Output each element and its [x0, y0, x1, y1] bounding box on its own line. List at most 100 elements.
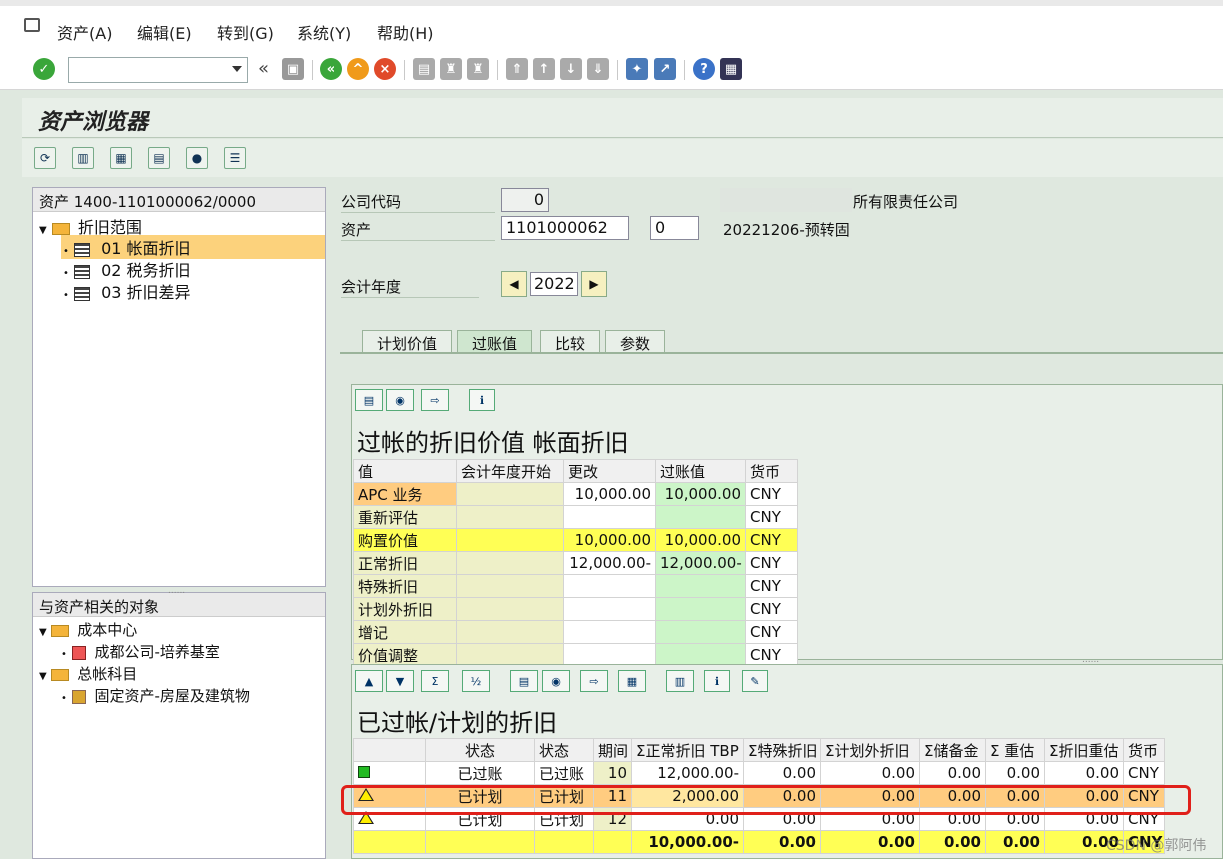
column-header[interactable]: Σ 重估 [985, 738, 1045, 762]
menu-asset[interactable]: 资产(A) [57, 20, 112, 44]
shortcut-icon[interactable]: ↗ [654, 58, 676, 80]
company-code-field[interactable]: 0 [501, 188, 549, 212]
find-next-icon[interactable]: ♜ [467, 58, 489, 80]
notes-icon[interactable]: ✎ [742, 670, 768, 692]
enter-check-icon[interactable]: ✓ [33, 58, 55, 80]
first-page-icon[interactable]: ⇑ [506, 58, 528, 80]
cell [534, 830, 594, 854]
tree-node-cost-center[interactable]: ▼ 成本中心 [39, 619, 137, 640]
sort-descending-icon[interactable]: ▼ [386, 670, 414, 692]
export-icon[interactable]: ⇨ [421, 389, 449, 411]
table-row[interactable]: 已过账 已过账 10 12,000.00- 0.00 0.00 0.00 0.0… [353, 761, 1165, 785]
column-header[interactable]: Σ储备金 [919, 738, 986, 762]
column-header[interactable]: 状态 [534, 738, 594, 762]
cancel-icon[interactable]: × [374, 58, 396, 80]
asset-subnumber-field[interactable]: 0 [650, 216, 699, 240]
sort-ascending-icon[interactable]: ▲ [355, 670, 383, 692]
menu-icon[interactable] [24, 18, 40, 32]
table-row[interactable]: APC 业务 10,000.00 10,000.00 CNY [353, 482, 798, 506]
menu-help[interactable]: 帮助(H) [377, 20, 434, 44]
cell: 已过账 [534, 761, 594, 785]
back-icon[interactable]: « [320, 58, 342, 80]
expand-icon[interactable]: ▼ [39, 671, 47, 682]
table-row[interactable]: 购置价值 10,000.00 10,000.00 CNY [353, 528, 798, 552]
exit-icon[interactable]: ^ [347, 58, 369, 80]
column-header[interactable]: Σ折旧重估 [1044, 738, 1124, 762]
chart-icon[interactable]: ▥ [666, 670, 694, 692]
tree-item-gl-account[interactable]: • 固定资产-房屋及建筑物 [61, 685, 250, 706]
menu-goto[interactable]: 转到(G) [217, 20, 274, 44]
print-icon[interactable]: ▤ [510, 670, 538, 692]
vertical-splitter[interactable] [326, 187, 334, 859]
chevron-down-icon[interactable] [232, 66, 242, 72]
layout-menu-icon[interactable]: ▦ [720, 58, 742, 80]
next-page-icon[interactable]: ↓ [560, 58, 582, 80]
tree-item-tax-depreciation[interactable]: • 02 税务折旧 [61, 257, 191, 281]
layout-icon[interactable]: ▦ [618, 670, 646, 692]
collapse-icon[interactable]: « [258, 58, 269, 79]
menu-system[interactable]: 系统(Y) [297, 20, 351, 44]
tab-posted-values[interactable]: 过账值 [457, 330, 533, 354]
table-row[interactable]: 重新评估 CNY [353, 505, 798, 529]
column-header[interactable]: 过账值 [655, 459, 746, 483]
total-row[interactable]: 10,000.00- 0.00 0.00 0.00 0.00 0.00 CNY [353, 830, 1165, 854]
export-icon[interactable]: ⇨ [580, 670, 608, 692]
expand-icon[interactable]: ▼ [39, 627, 47, 638]
last-page-icon[interactable]: ⇓ [587, 58, 609, 80]
tree-item-depreciation-difference[interactable]: • 03 折旧差异 [61, 279, 191, 303]
find-icon[interactable]: ♜ [440, 58, 462, 80]
prev-page-icon[interactable]: ↑ [533, 58, 555, 80]
related-objects-tree: 与资产相关的对象 ▼ 成本中心 • 成都公司-培养基室 ▼ 总帐科目 • 固定资… [32, 592, 326, 859]
tab-planned-values[interactable]: 计划价值 [362, 330, 453, 354]
menu-edit[interactable]: 编辑(E) [137, 20, 192, 44]
tree-item-label: 固定资产-房屋及建筑物 [94, 687, 250, 705]
previous-year-button[interactable]: ◀ [501, 271, 527, 297]
info-icon[interactable]: ℹ [704, 670, 730, 692]
column-header[interactable]: Σ计划外折旧 [820, 738, 920, 762]
cell: 已过账 [425, 761, 535, 785]
cell: CNY [745, 505, 798, 529]
column-header[interactable]: 货币 [1123, 738, 1165, 762]
sum-icon[interactable]: Σ [421, 670, 449, 692]
fiscal-year-field[interactable]: 2022 [530, 272, 578, 296]
view-icon[interactable]: ◉ [542, 670, 570, 692]
list-icon[interactable]: ☰ [224, 147, 246, 169]
tree-item-cost-center[interactable]: • 成都公司-培养基室 [61, 641, 220, 662]
asset-value-icon[interactable]: ▦ [110, 147, 132, 169]
depreciation-simulation-icon[interactable]: ● [186, 147, 208, 169]
print-icon[interactable]: ▤ [355, 389, 383, 411]
splitter-handle[interactable]: ...... [168, 586, 185, 596]
table-row[interactable]: 增记 CNY [353, 620, 798, 644]
tab-comparison[interactable]: 比较 [540, 330, 601, 354]
print-icon[interactable]: ▤ [413, 58, 435, 80]
column-header[interactable] [353, 738, 426, 762]
info-icon[interactable]: ℹ [469, 389, 495, 411]
column-header[interactable]: 状态 [425, 738, 535, 762]
column-header[interactable]: Σ特殊折旧 [743, 738, 821, 762]
column-header[interactable]: 会计年度开始 [456, 459, 564, 483]
asset-number-field[interactable]: 1101000062 [501, 216, 629, 240]
next-year-button[interactable]: ▶ [581, 271, 607, 297]
display-asset-icon[interactable]: ▥ [72, 147, 94, 169]
column-header[interactable]: 期间 [593, 738, 632, 762]
refresh-icon[interactable]: ⟳ [34, 147, 56, 169]
expand-icon[interactable]: ▼ [39, 225, 47, 236]
save-icon[interactable]: ▣ [282, 58, 304, 80]
tab-parameters[interactable]: 参数 [605, 330, 666, 354]
new-session-icon[interactable]: ✦ [626, 58, 648, 80]
column-header[interactable]: 货币 [745, 459, 798, 483]
command-field[interactable] [68, 57, 248, 83]
column-header[interactable]: 更改 [563, 459, 656, 483]
table-row[interactable]: 计划外折旧 CNY [353, 597, 798, 621]
tree-item-book-depreciation[interactable]: • 01 帐面折旧 [61, 235, 325, 259]
view-icon[interactable]: ◉ [386, 389, 414, 411]
tree-node-gl-account[interactable]: ▼ 总帐科目 [39, 663, 137, 684]
subtotal-icon[interactable]: ½ [462, 670, 490, 692]
column-header[interactable]: Σ正常折旧 TBP [631, 738, 744, 762]
asset-history-icon[interactable]: ▤ [148, 147, 170, 169]
table-row[interactable]: 正常折旧 12,000.00- 12,000.00- CNY [353, 551, 798, 575]
table-row[interactable]: 特殊折旧 CNY [353, 574, 798, 598]
application-toolbar: ⟳ ▥ ▦ ▤ ● ☰ [22, 139, 1223, 177]
column-header[interactable]: 值 [353, 459, 457, 483]
help-icon[interactable]: ? [693, 58, 715, 80]
